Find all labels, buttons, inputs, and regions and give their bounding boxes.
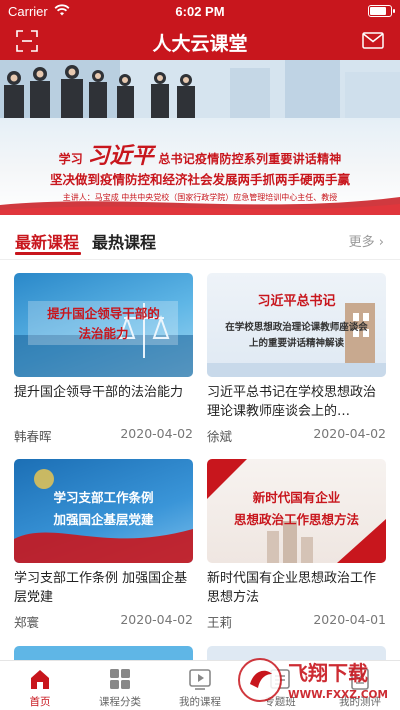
tabbar-label: 首页 <box>29 696 51 708</box>
thumbnail-line-1: 提升国企领导干部的 <box>47 306 160 321</box>
course-tabs: 最新课程 最热课程 更多 › <box>0 226 400 260</box>
course-thumbnail: 学习支部工作条例 加强国企基层党建 <box>14 459 193 563</box>
course-title[interactable]: 新时代国有企业思想政治工作思想方法 <box>207 569 386 607</box>
course-title[interactable]: 学习支部工作条例 加强国企基层党建 <box>14 569 193 607</box>
course-meta: 徐斌 2020-04-02 <box>207 426 386 444</box>
tabbar-label: 课程分类 <box>99 696 141 708</box>
course-card[interactable]: 新时代国有企业 思想政治工作思想方法 新时代国有企业思想政治工作思想方法 王莉 … <box>207 459 386 630</box>
banner-name: 习近平 <box>87 143 154 169</box>
thumbnail-line-1: 学习支部工作条例 <box>53 490 154 505</box>
thumbnail-line-1: 习近平总书记 <box>257 294 336 309</box>
course-author: 韩春晖 <box>14 429 52 444</box>
nav-bar: 人大云课堂 <box>0 22 400 60</box>
course-author: 徐斌 <box>207 429 233 444</box>
clock: 6:02 PM <box>175 4 225 19</box>
course-author: 郑寰 <box>14 615 40 630</box>
course-thumbnail: 习近平总书记 在学校思想政治理论课教师座谈会 上的重要讲话精神解读 <box>207 273 386 377</box>
banner-photo-strip <box>0 60 400 118</box>
watermark-url: WWW.FXXZ.COM <box>288 689 388 701</box>
tab-active-indicator <box>15 252 81 255</box>
tab-latest-courses[interactable]: 最新课程 <box>15 229 79 253</box>
divider <box>0 259 400 260</box>
course-thumbnail: 新时代国有企业 思想政治工作思想方法 <box>207 459 386 563</box>
thumbnail-line-2: 法治能力 <box>78 326 129 341</box>
course-meta: 王莉 2020-04-01 <box>207 612 386 630</box>
course-card[interactable]: 习近平总书记 在学校思想政治理论课教师座谈会 上的重要讲话精神解读 习近平总书记… <box>207 273 386 444</box>
watermark-title: 飞翔下载 <box>288 661 368 685</box>
course-title[interactable]: 习近平总书记在学校思想政治理论课教师座谈会上的… <box>207 383 386 421</box>
more-link[interactable]: 更多 › <box>349 231 384 250</box>
course-date: 2020-04-01 <box>313 612 386 627</box>
course-thumbnail-partial[interactable] <box>14 646 193 660</box>
tabbar-item-home[interactable]: 首页 <box>0 661 80 710</box>
tab-hottest-courses[interactable]: 最热课程 <box>92 229 156 253</box>
banner-subheadline: 坚决做到疫情防控和经济社会发展两手抓两手硬两手赢 <box>49 172 350 187</box>
home-icon <box>31 670 49 689</box>
battery-icon <box>368 5 395 17</box>
status-bar: Carrier 6:02 PM <box>0 0 400 22</box>
grid-icon <box>110 669 130 689</box>
play-icon <box>189 669 211 690</box>
thumbnail-line-1: 新时代国有企业 <box>252 490 341 505</box>
course-author: 王莉 <box>207 615 233 630</box>
course-date: 2020-04-02 <box>120 426 193 441</box>
banner-headline-rest: 总书记疫情防控系列重要讲话精神 <box>158 152 342 166</box>
watermark-logo: 飞翔下载 WWW.FXXZ.COM <box>238 658 388 702</box>
tabbar-item-my-courses[interactable]: 我的课程 <box>160 661 240 710</box>
banner-wave-decoration <box>0 197 400 215</box>
course-meta: 郑寰 2020-04-02 <box>14 612 193 630</box>
course-meta: 韩春晖 2020-04-02 <box>14 426 193 444</box>
thumbnail-line-2: 加强国企基层党建 <box>53 512 154 527</box>
course-thumbnail: 提升国企领导干部的 法治能力 <box>14 273 193 377</box>
banner-prefix: 学习 <box>58 152 83 166</box>
course-card[interactable]: 学习支部工作条例 加强国企基层党建 学习支部工作条例 加强国企基层党建 郑寰 2… <box>14 459 193 630</box>
promo-banner[interactable]: 学习 习近平 总书记疫情防控系列重要讲话精神 坚决做到疫情防控和经济社会发展两手… <box>0 60 400 215</box>
tabbar-label: 我的课程 <box>179 696 221 708</box>
tabbar-item-categories[interactable]: 课程分类 <box>80 661 160 710</box>
course-date: 2020-04-02 <box>120 612 193 627</box>
mail-icon[interactable] <box>362 32 384 49</box>
thumbnail-line-2: 思想政治工作思想方法 <box>233 512 359 527</box>
thumbnail-line-3: 上的重要讲话精神解读 <box>248 338 344 349</box>
app-title: 人大云课堂 <box>152 33 248 55</box>
banner-headline: 学习 习近平 总书记疫情防控系列重要讲话精神 <box>0 138 400 170</box>
course-card[interactable]: 提升国企领导干部的 法治能力 提升国企领导干部的法治能力 韩春晖 2020-04… <box>14 273 193 444</box>
battery-level <box>370 7 387 15</box>
course-date: 2020-04-02 <box>313 426 386 441</box>
course-title[interactable]: 提升国企领导干部的法治能力 <box>14 383 193 421</box>
